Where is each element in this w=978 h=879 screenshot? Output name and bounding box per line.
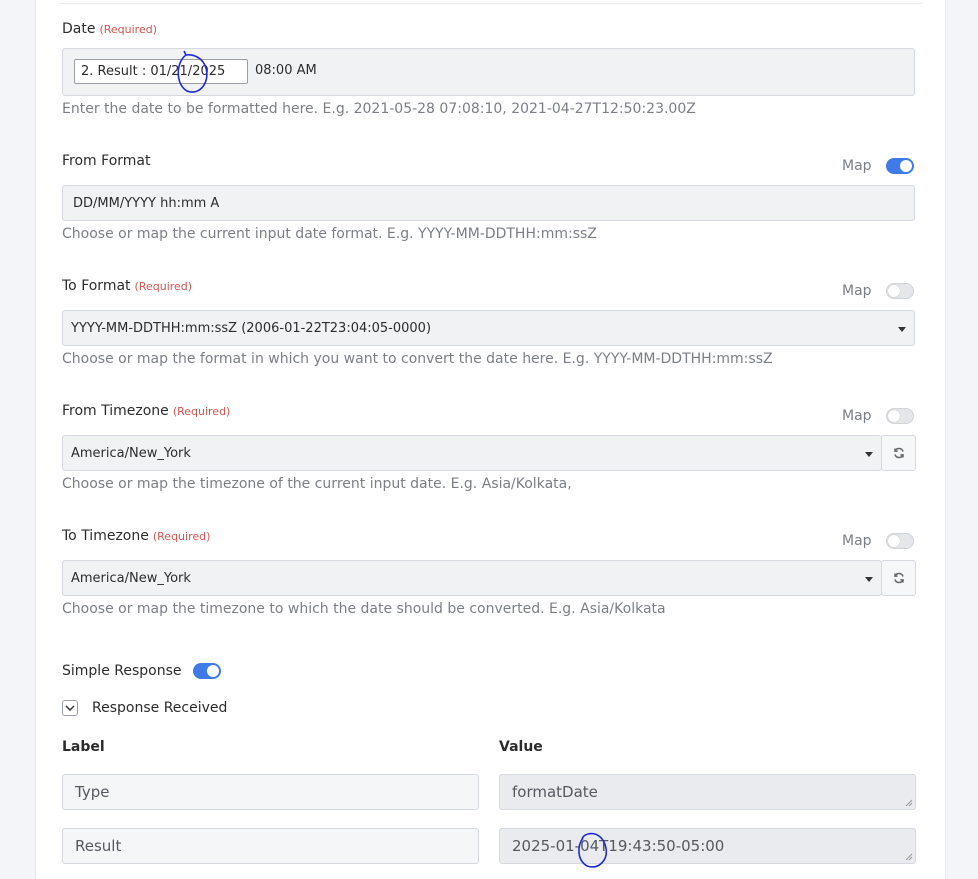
chevron-down-icon [65, 705, 75, 711]
refresh-icon [893, 572, 904, 584]
from-timezone-label-text: From Timezone [62, 403, 169, 419]
to-timezone-map-toggle[interactable] [886, 533, 914, 549]
date-help: Enter the date to be formatted here. E.g… [62, 101, 696, 117]
from-format-value: DD/MM/YYYY hh:mm A [73, 196, 220, 211]
from-format-help: Choose or map the current input date for… [62, 226, 597, 242]
from-timezone-refresh-button[interactable] [881, 435, 916, 471]
to-timezone-label: To Timezone (Required) [62, 528, 210, 544]
label-text: Result [75, 837, 122, 855]
refresh-icon [893, 447, 904, 459]
caret-down-icon [865, 452, 873, 457]
form-panel: Date (Required) 2. Result : 01/21/2025 08… [35, 0, 946, 879]
date-label-text: Date [62, 21, 96, 37]
label-text: Type [75, 783, 110, 801]
from-timezone-select[interactable]: America/New_York [62, 435, 882, 471]
from-format-label: From Format [62, 153, 151, 169]
response-received-label: Response Received [92, 700, 228, 716]
date-time-text: 08:00 AM [255, 63, 317, 78]
to-format-label-text: To Format [62, 278, 131, 294]
to-timezone-label-text: To Timezone [62, 528, 149, 544]
required-badge: (Required) [152, 530, 211, 543]
to-timezone-select[interactable]: America/New_York [62, 560, 882, 596]
caret-down-icon [865, 577, 873, 582]
from-timezone-value: America/New_York [71, 446, 191, 461]
to-timezone-refresh-button[interactable] [881, 560, 916, 596]
divider [58, 3, 922, 4]
to-format-map-label: Map [842, 283, 872, 299]
to-format-label: To Format (Required) [62, 278, 192, 294]
label-column-header: Label [62, 739, 105, 755]
to-format-help: Choose or map the format in which you wa… [62, 351, 773, 367]
label-field-result[interactable]: Result [62, 828, 479, 864]
to-timezone-map-label: Map [842, 533, 872, 549]
value-column-header: Value [499, 739, 543, 755]
to-format-value: YYYY-MM-DDTHH:mm:ssZ (2006-01-22T23:04:0… [71, 321, 432, 336]
required-badge: (Required) [172, 405, 231, 418]
to-timezone-help: Choose or map the timezone to which the … [62, 601, 666, 617]
simple-response-label: Simple Response [62, 663, 182, 679]
value-field-result[interactable]: 2025-01-04T19:43:50-05:00 [499, 828, 916, 864]
from-timezone-map-toggle[interactable] [886, 408, 914, 424]
from-timezone-label: From Timezone (Required) [62, 403, 230, 419]
from-format-input[interactable]: DD/MM/YYYY hh:mm A [62, 185, 915, 221]
from-format-map-label: Map [842, 158, 872, 174]
from-timezone-map-label: Map [842, 408, 872, 424]
caret-down-icon [898, 327, 906, 332]
value-text: formatDate [512, 783, 598, 801]
mapped-value-chip[interactable]: 2. Result : 01/21/2025 [74, 59, 248, 84]
response-received-expander[interactable] [62, 700, 78, 716]
to-format-select[interactable]: YYYY-MM-DDTHH:mm:ssZ (2006-01-22T23:04:0… [62, 310, 915, 346]
from-format-map-toggle[interactable] [886, 158, 914, 174]
date-input[interactable]: 2. Result : 01/21/2025 08:00 AM [62, 48, 915, 96]
resize-grip-icon[interactable] [905, 853, 913, 861]
to-format-map-toggle[interactable] [886, 283, 914, 299]
from-timezone-help: Choose or map the timezone of the curren… [62, 476, 572, 492]
value-field-type[interactable]: formatDate [499, 774, 916, 810]
label-field-type[interactable]: Type [62, 774, 479, 810]
resize-grip-icon[interactable] [905, 799, 913, 807]
value-text: 2025-01-04T19:43:50-05:00 [512, 837, 725, 855]
required-badge: (Required) [99, 23, 158, 36]
required-badge: (Required) [134, 280, 193, 293]
simple-response-toggle[interactable] [193, 663, 221, 679]
to-timezone-value: America/New_York [71, 571, 191, 586]
date-label: Date (Required) [62, 21, 157, 37]
